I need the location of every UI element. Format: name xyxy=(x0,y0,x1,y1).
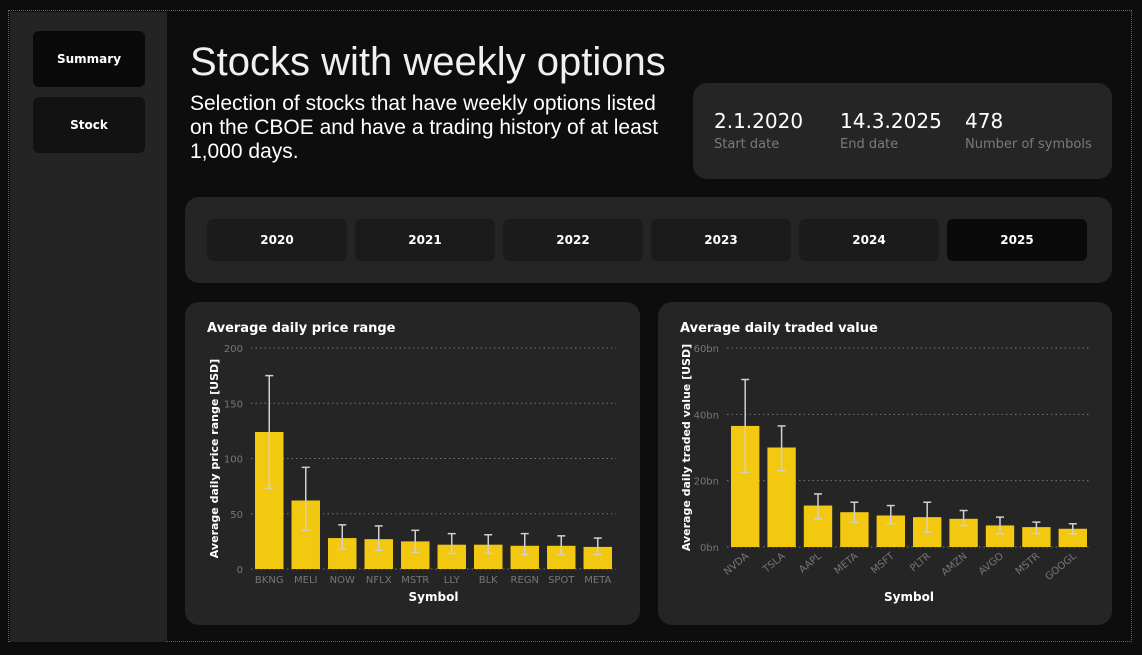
x-tick-label: AVGO xyxy=(977,551,1006,578)
x-tick-label: NOW xyxy=(330,575,355,586)
x-tick-label: MSTR xyxy=(1014,551,1043,577)
x-tick-label: META xyxy=(832,551,860,577)
start-date-label: Start date xyxy=(714,137,780,152)
year-button-2021[interactable]: 2021 xyxy=(355,219,495,261)
x-axis-label: Symbol xyxy=(409,590,459,604)
nav-summary-button[interactable]: Summary xyxy=(33,31,145,87)
year-button-2025[interactable]: 2025 xyxy=(947,219,1087,261)
y-axis-label: Average daily traded value [USD] xyxy=(680,344,693,551)
x-axis-label: Symbol xyxy=(884,590,934,604)
price-range-chart: 0 50 100 150 200 BKNG MELI NOW NFLX MSTR LLY BLK REG… xyxy=(208,344,616,604)
year-button-2022[interactable]: 2022 xyxy=(503,219,643,261)
chart-title: Average daily traded value xyxy=(680,321,878,336)
chart-title: Average daily price range xyxy=(207,321,396,336)
start-date-value: 2.1.2020 xyxy=(714,109,804,133)
x-tick-label: AAPL xyxy=(797,551,824,576)
x-tick-label: MSFT xyxy=(869,550,897,576)
x-tick-label: BLK xyxy=(479,575,498,586)
end-date-label: End date xyxy=(840,137,899,152)
y-axis-label: Average daily price range [USD] xyxy=(208,359,221,558)
nav-stock-button[interactable]: Stock xyxy=(33,97,145,153)
x-tick-label: PLTR xyxy=(908,551,933,574)
x-tick-label: GOOGL xyxy=(1043,551,1079,583)
x-tick-label: SPOT xyxy=(548,575,575,586)
y-tick-label: 60bn xyxy=(694,344,719,355)
y-tick-label: 200 xyxy=(224,344,243,355)
symbol-count-value: 478 xyxy=(965,109,1004,133)
x-tick-label: LLY xyxy=(444,575,461,586)
x-tick-label: MSTR xyxy=(401,575,429,586)
symbol-count-label: Number of symbols xyxy=(965,137,1092,152)
x-tick-label: META xyxy=(584,575,611,586)
x-tick-label: AMZN xyxy=(940,551,970,579)
year-button-2023[interactable]: 2023 xyxy=(651,219,791,261)
x-tick-label: BKNG xyxy=(255,575,284,586)
traded-value-chart-panel: Average daily traded value 0bn 20bn 40bn 60… xyxy=(658,302,1112,625)
page-title: Stocks with weekly options xyxy=(190,40,666,84)
page-subtitle: Selection of stocks that have weekly opt… xyxy=(190,92,659,163)
x-tick-label: MELI xyxy=(294,575,317,586)
traded-value-chart: 0bn 20bn 40bn 60bn NVDA TSLA AAPL META MSFT PLTR A… xyxy=(680,344,1091,604)
y-tick-label: 20bn xyxy=(694,477,719,488)
y-tick-label: 40bn xyxy=(694,410,719,421)
x-tick-label: TSLA xyxy=(760,551,787,576)
x-tick-label: NVDA xyxy=(722,551,751,578)
y-tick-label: 100 xyxy=(224,455,243,466)
year-button-2020[interactable]: 2020 xyxy=(207,219,347,261)
y-tick-label: 50 xyxy=(230,510,243,521)
y-tick-label: 0 xyxy=(237,565,243,576)
end-date-value: 14.3.2025 xyxy=(840,109,942,133)
year-filter-panel: 2020 2021 2022 2023 2024 2025 xyxy=(185,197,1112,283)
kpi-card: 2.1.2020 Start date 14.3.2025 End date 4… xyxy=(693,83,1112,179)
year-button-2024[interactable]: 2024 xyxy=(799,219,939,261)
y-tick-label: 150 xyxy=(224,399,243,410)
x-tick-label: REGN xyxy=(511,575,540,586)
y-tick-label: 0bn xyxy=(700,543,719,554)
price-range-chart-panel: Average daily price range 0 50 100 150 200 BK… xyxy=(185,302,640,625)
x-tick-label: NFLX xyxy=(366,575,392,586)
